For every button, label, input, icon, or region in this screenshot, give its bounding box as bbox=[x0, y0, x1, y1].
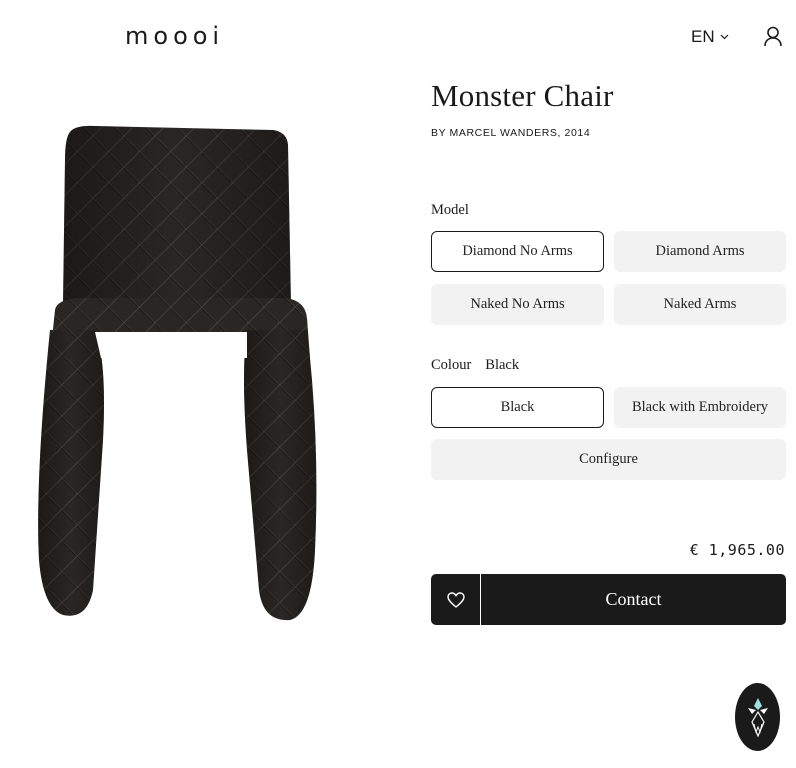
model-option-naked-arms[interactable]: Naked Arms bbox=[614, 284, 786, 325]
colour-selected-value: Black bbox=[485, 357, 520, 373]
product-title: Monster Chair bbox=[431, 78, 614, 113]
model-label: Model bbox=[431, 202, 469, 218]
colour-heading: Colour Black bbox=[431, 357, 519, 374]
chevron-down-icon bbox=[720, 34, 729, 40]
product-designer: BY MARCEL WANDERS, 2014 bbox=[431, 127, 591, 139]
favourite-button[interactable] bbox=[431, 574, 481, 625]
colour-option-black[interactable]: Black bbox=[431, 387, 604, 428]
product-price: € 1,965.00 bbox=[689, 541, 785, 559]
colour-label: Colour bbox=[431, 357, 472, 373]
contact-button[interactable]: Contact bbox=[481, 574, 786, 625]
product-image bbox=[38, 125, 317, 621]
moooi-chat-icon bbox=[747, 698, 768, 738]
moooi-logo[interactable]: moooi bbox=[125, 22, 224, 50]
chat-widget[interactable] bbox=[735, 683, 780, 751]
user-icon[interactable] bbox=[763, 26, 783, 47]
configure-button[interactable]: Configure bbox=[431, 439, 786, 480]
model-option-diamond-arms[interactable]: Diamond Arms bbox=[614, 231, 786, 272]
heart-icon bbox=[446, 591, 465, 608]
colour-option-black-with-embroidery[interactable]: Black with Embroidery bbox=[614, 387, 786, 428]
model-option-naked-no-arms[interactable]: Naked No Arms bbox=[431, 284, 604, 325]
language-selector[interactable]: EN bbox=[691, 27, 729, 47]
purchase-actions: Contact bbox=[431, 574, 786, 625]
model-option-diamond-no-arms[interactable]: Diamond No Arms bbox=[431, 231, 604, 272]
language-label: EN bbox=[691, 27, 715, 46]
